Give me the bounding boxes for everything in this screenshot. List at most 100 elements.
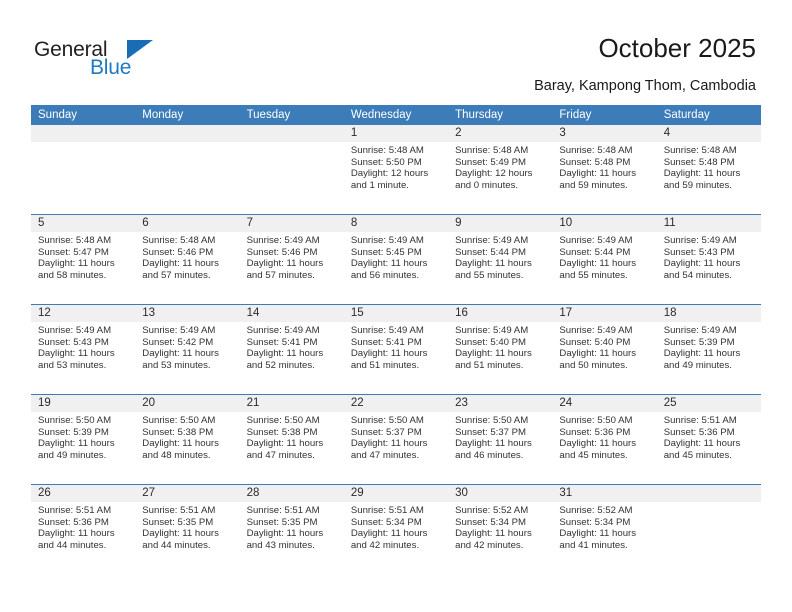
day-details: Sunrise: 5:51 AM Sunset: 5:36 PM Daylight:… xyxy=(657,412,761,461)
sunset-time: Sunset: 5:37 PM xyxy=(455,426,527,438)
day-cell-empty xyxy=(239,125,344,214)
day-cell[interactable]: 8 Sunrise: 5:49 AM Sunset: 5:45 PM Daylight… xyxy=(343,215,449,304)
day-cell[interactable]: 22 Sunrise: 5:50 AM Sunset: 5:37 PM Dayligh… xyxy=(343,395,449,484)
daylight-duration-line1: Daylight: 11 hours xyxy=(246,528,324,540)
day-cell[interactable]: 2 Sunrise: 5:48 AM Sunset: 5:49 PM Daylight… xyxy=(448,125,553,214)
day-number: 20 xyxy=(135,395,240,412)
daylight-duration-line2: and 44 minutes. xyxy=(142,539,211,551)
day-number: 8 xyxy=(343,215,449,232)
weekday-header-tuesday: Tuesday xyxy=(246,109,291,121)
daylight-duration-line2: and 45 minutes. xyxy=(663,449,732,461)
day-cell[interactable]: 27 Sunrise: 5:51 AM Sunset: 5:35 PM Dayligh… xyxy=(135,485,240,574)
day-details: Sunrise: 5:52 AM Sunset: 5:34 PM Daylight:… xyxy=(448,502,552,551)
day-cell[interactable]: 12 Sunrise: 5:49 AM Sunset: 5:43 PM Dayligh… xyxy=(31,305,136,394)
page-header: General Blue October 2025 Baray, Kampong… xyxy=(0,0,792,104)
daylight-duration-line2: and 51 minutes. xyxy=(455,359,524,371)
day-number xyxy=(135,125,240,142)
daylight-duration-line2: and 55 minutes. xyxy=(559,269,628,281)
sunset-time: Sunset: 5:35 PM xyxy=(246,516,318,528)
daylight-duration-line2: and 50 minutes. xyxy=(559,359,628,371)
day-cell[interactable]: 5 Sunrise: 5:48 AM Sunset: 5:47 PM Daylight… xyxy=(31,215,136,304)
calendar-week-cells: 19 Sunrise: 5:50 AM Sunset: 5:39 PM Dayligh… xyxy=(31,395,761,484)
daylight-duration-line2: and 49 minutes. xyxy=(663,359,732,371)
day-number: 15 xyxy=(343,305,449,322)
day-cell[interactable]: 30 Sunrise: 5:52 AM Sunset: 5:34 PM Dayligh… xyxy=(448,485,553,574)
sunrise-time: Sunrise: 5:49 AM xyxy=(142,325,216,336)
day-details: Sunrise: 5:48 AM Sunset: 5:47 PM Daylight:… xyxy=(31,232,135,281)
sunset-time: Sunset: 5:49 PM xyxy=(455,156,527,168)
calendar-grid: Sunday Monday Tuesday Wednesday Thursday… xyxy=(31,105,761,574)
day-cell[interactable]: 31 Sunrise: 5:52 AM Sunset: 5:34 PM Dayligh… xyxy=(552,485,657,574)
daylight-duration-line1: Daylight: 11 hours xyxy=(455,348,532,360)
sunset-time: Sunset: 5:46 PM xyxy=(142,246,214,258)
day-number: 7 xyxy=(239,215,344,232)
sunrise-time: Sunrise: 5:50 AM xyxy=(559,415,633,426)
sunset-time: Sunset: 5:37 PM xyxy=(350,426,422,438)
daylight-duration-line1: Daylight: 11 hours xyxy=(559,348,637,360)
sunrise-time: Sunrise: 5:50 AM xyxy=(350,415,424,426)
day-details: Sunrise: 5:48 AM Sunset: 5:50 PM Daylight:… xyxy=(344,142,448,191)
calendar-week-row: 19 Sunrise: 5:50 AM Sunset: 5:39 PM Dayligh… xyxy=(31,394,761,484)
day-cell[interactable]: 11 Sunrise: 5:49 AM Sunset: 5:43 PM Dayligh… xyxy=(656,215,761,304)
day-cell[interactable]: 28 Sunrise: 5:51 AM Sunset: 5:35 PM Dayligh… xyxy=(239,485,344,574)
day-cell[interactable]: 17 Sunrise: 5:49 AM Sunset: 5:40 PM Dayligh… xyxy=(552,305,657,394)
day-cell[interactable]: 7 Sunrise: 5:49 AM Sunset: 5:46 PM Daylight… xyxy=(239,215,344,304)
day-details: Sunrise: 5:51 AM Sunset: 5:36 PM Daylight:… xyxy=(31,502,135,551)
sunrise-time: Sunrise: 5:48 AM xyxy=(559,145,633,156)
sunset-time: Sunset: 5:47 PM xyxy=(38,246,109,258)
day-cell[interactable]: 16 Sunrise: 5:49 AM Sunset: 5:40 PM Dayligh… xyxy=(448,305,553,394)
daylight-duration-line2: and 52 minutes. xyxy=(246,359,315,371)
day-cell[interactable]: 3 Sunrise: 5:48 AM Sunset: 5:48 PM Daylight… xyxy=(552,125,657,214)
day-cell[interactable]: 9 Sunrise: 5:49 AM Sunset: 5:44 PM Daylight… xyxy=(448,215,553,304)
day-cell[interactable]: 10 Sunrise: 5:49 AM Sunset: 5:44 PM Dayligh… xyxy=(552,215,657,304)
day-cell[interactable]: 6 Sunrise: 5:48 AM Sunset: 5:46 PM Daylight… xyxy=(135,215,240,304)
sunset-time: Sunset: 5:42 PM xyxy=(142,336,214,348)
sunset-time: Sunset: 5:45 PM xyxy=(350,246,422,258)
sunrise-time: Sunrise: 5:49 AM xyxy=(663,325,737,336)
day-cell-empty xyxy=(656,485,761,574)
sunset-time: Sunset: 5:41 PM xyxy=(246,336,318,348)
sunset-time: Sunset: 5:39 PM xyxy=(663,336,735,348)
day-cell[interactable]: 20 Sunrise: 5:50 AM Sunset: 5:38 PM Dayligh… xyxy=(135,395,240,484)
day-number: 24 xyxy=(552,395,657,412)
daylight-duration-line2: and 55 minutes. xyxy=(455,269,524,281)
daylight-duration-line2: and 51 minutes. xyxy=(350,359,420,371)
day-cell-empty xyxy=(31,125,136,214)
calendar-week-row: 12 Sunrise: 5:49 AM Sunset: 5:43 PM Dayligh… xyxy=(31,304,761,394)
day-cell[interactable]: 4 Sunrise: 5:48 AM Sunset: 5:48 PM Daylight… xyxy=(656,125,761,214)
sunset-time: Sunset: 5:38 PM xyxy=(246,426,318,438)
day-cell[interactable]: 14 Sunrise: 5:49 AM Sunset: 5:41 PM Dayligh… xyxy=(239,305,344,394)
day-cell[interactable]: 15 Sunrise: 5:49 AM Sunset: 5:41 PM Dayligh… xyxy=(343,305,449,394)
day-details: Sunrise: 5:51 AM Sunset: 5:35 PM Daylight:… xyxy=(240,502,344,551)
page-subtitle-location: Baray, Kampong Thom, Cambodia xyxy=(534,78,756,94)
day-cell[interactable]: 26 Sunrise: 5:51 AM Sunset: 5:36 PM Dayligh… xyxy=(31,485,136,574)
day-number: 18 xyxy=(656,305,761,322)
day-details: Sunrise: 5:50 AM Sunset: 5:36 PM Daylight:… xyxy=(552,412,656,461)
daylight-duration-line2: and 45 minutes. xyxy=(559,449,628,461)
daylight-duration-line2: and 42 minutes. xyxy=(350,539,420,551)
day-cell[interactable]: 24 Sunrise: 5:50 AM Sunset: 5:36 PM Dayligh… xyxy=(552,395,657,484)
day-cell[interactable]: 25 Sunrise: 5:51 AM Sunset: 5:36 PM Dayligh… xyxy=(656,395,761,484)
day-cell[interactable]: 21 Sunrise: 5:50 AM Sunset: 5:38 PM Dayligh… xyxy=(239,395,344,484)
daylight-duration-line1: Daylight: 11 hours xyxy=(142,528,219,540)
day-cell[interactable]: 18 Sunrise: 5:49 AM Sunset: 5:39 PM Dayligh… xyxy=(656,305,761,394)
day-cell[interactable]: 13 Sunrise: 5:49 AM Sunset: 5:42 PM Dayligh… xyxy=(135,305,240,394)
sunrise-time: Sunrise: 5:48 AM xyxy=(455,145,529,156)
daylight-duration-line1: Daylight: 11 hours xyxy=(142,258,219,270)
daylight-duration-line1: Daylight: 11 hours xyxy=(559,528,637,540)
day-cell[interactable]: 23 Sunrise: 5:50 AM Sunset: 5:37 PM Dayligh… xyxy=(448,395,553,484)
sunset-time: Sunset: 5:36 PM xyxy=(38,516,109,528)
day-cell[interactable]: 19 Sunrise: 5:50 AM Sunset: 5:39 PM Dayligh… xyxy=(31,395,136,484)
day-cell[interactable]: 1 Sunrise: 5:48 AM Sunset: 5:50 PM Daylight… xyxy=(343,125,449,214)
day-number: 5 xyxy=(31,215,136,232)
daylight-duration-line1: Daylight: 12 hours xyxy=(350,168,429,180)
sunset-time: Sunset: 5:41 PM xyxy=(350,336,422,348)
daylight-duration-line1: Daylight: 11 hours xyxy=(455,438,532,450)
daylight-duration-line1: Daylight: 11 hours xyxy=(663,168,741,180)
day-cell[interactable]: 29 Sunrise: 5:51 AM Sunset: 5:34 PM Dayligh… xyxy=(343,485,449,574)
daylight-duration-line2: and 42 minutes. xyxy=(455,539,524,551)
daylight-duration-line1: Daylight: 11 hours xyxy=(38,528,115,540)
calendar-week-row: 5 Sunrise: 5:48 AM Sunset: 5:47 PM Daylight… xyxy=(31,214,761,304)
day-number: 16 xyxy=(448,305,553,322)
daylight-duration-line1: Daylight: 11 hours xyxy=(559,258,637,270)
